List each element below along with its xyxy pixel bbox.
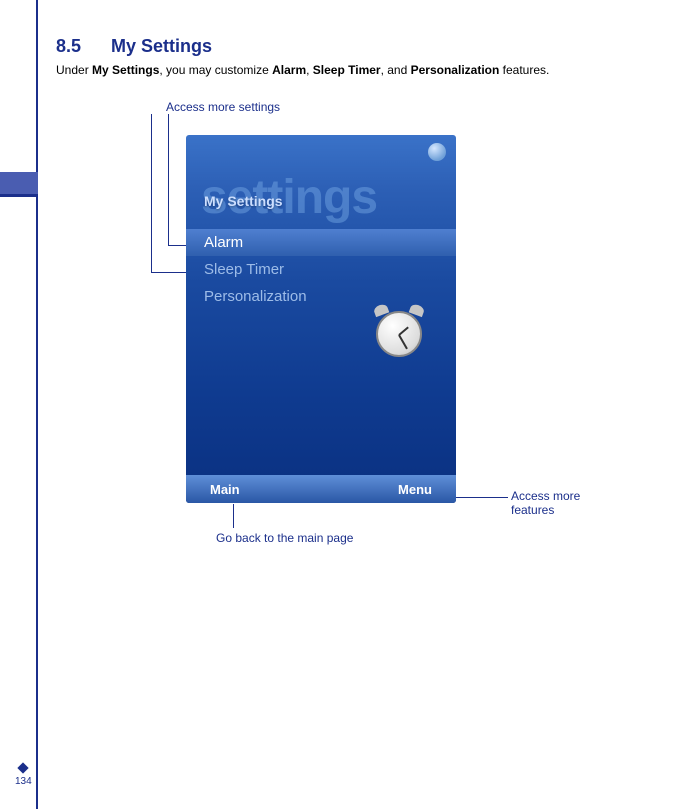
intro-bold-mysettings: My Settings — [92, 63, 159, 77]
softkey-bar: Main Menu — [186, 475, 456, 503]
phone-screenshot: settings My Settings Alarm Sleep Timer P… — [186, 135, 456, 503]
content-area: 8.5 My Settings Under My Settings, you m… — [56, 36, 673, 77]
intro-text: features. — [499, 63, 549, 77]
list-item-sleep-timer[interactable]: Sleep Timer — [186, 256, 456, 283]
list-item-alarm[interactable]: Alarm — [186, 229, 456, 256]
callout-line — [168, 245, 186, 246]
callout-access-more-settings: Access more settings — [166, 100, 280, 114]
callout-line — [151, 114, 152, 273]
callout-go-back-main: Go back to the main page — [216, 531, 353, 545]
alarm-clock-icon — [370, 303, 428, 361]
settings-list: Alarm Sleep Timer Personalization — [186, 229, 456, 310]
intro-bold-sleeptimer: Sleep Timer — [313, 63, 381, 77]
footer-ornament-icon — [18, 762, 29, 773]
intro-text: , and — [381, 63, 411, 77]
callout-line — [168, 114, 169, 246]
section-heading: 8.5 My Settings — [56, 36, 673, 57]
section-number: 8.5 — [56, 36, 81, 57]
softkey-main[interactable]: Main — [210, 482, 240, 497]
close-icon[interactable] — [428, 143, 446, 161]
intro-text: Under — [56, 63, 92, 77]
page-side-tab — [0, 172, 38, 197]
callout-line — [151, 272, 186, 273]
screen-heading: My Settings — [204, 193, 283, 209]
callout-line — [233, 504, 234, 528]
intro-text: , — [306, 63, 313, 77]
intro-bold-personalization: Personalization — [411, 63, 500, 77]
page-number: 134 — [15, 776, 32, 787]
intro-bold-alarm: Alarm — [272, 63, 306, 77]
page-footer: 134 — [15, 764, 32, 787]
page-left-border — [36, 0, 38, 809]
softkey-menu[interactable]: Menu — [398, 482, 432, 497]
intro-text: , you may customize — [159, 63, 272, 77]
callout-access-more-features: Access more features — [511, 489, 601, 517]
section-title: My Settings — [111, 36, 212, 57]
intro-paragraph: Under My Settings, you may customize Ala… — [56, 63, 673, 77]
